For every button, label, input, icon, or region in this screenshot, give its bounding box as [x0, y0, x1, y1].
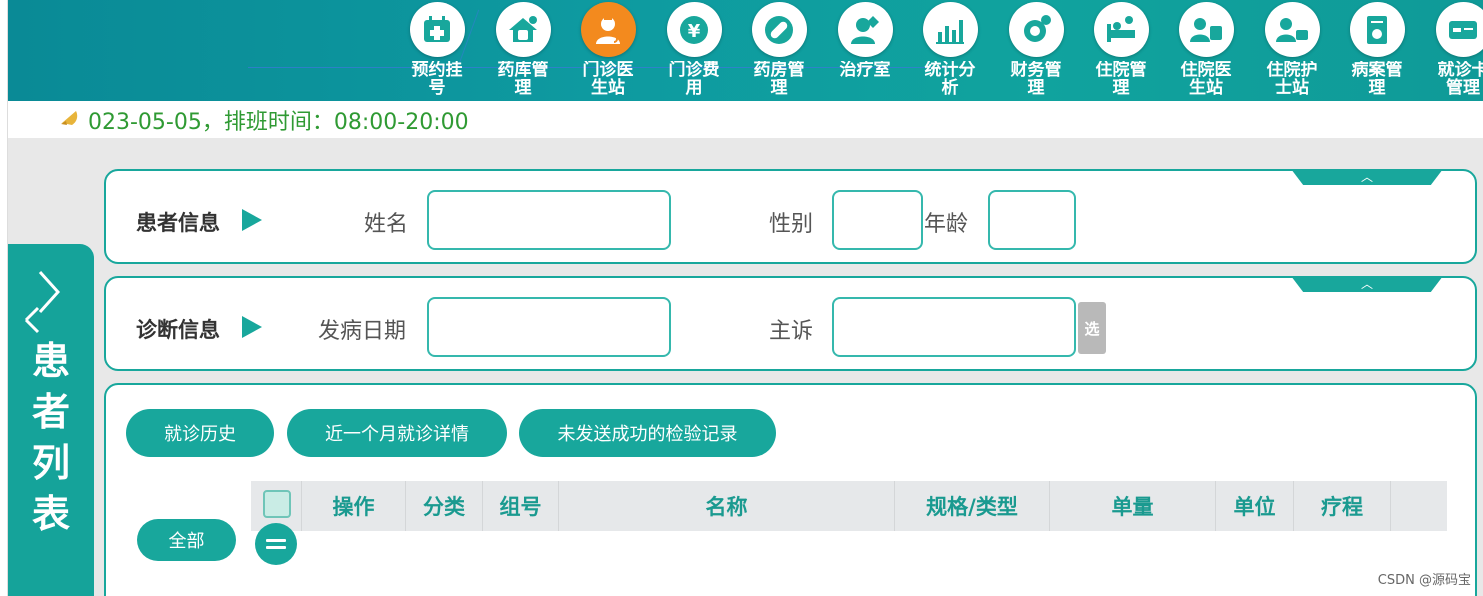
ward-doctor-icon — [1178, 2, 1234, 57]
column-header[interactable]: 单位 — [1216, 481, 1294, 531]
pharmacy-house-icon — [495, 2, 551, 57]
collapse-tab[interactable]: ︿ — [1291, 169, 1443, 185]
watermark-text: CSDN @源码宝 — [1377, 573, 1471, 588]
nav-label: 门诊费用 — [668, 61, 720, 97]
top-navigation: 预约挂号 药库管理 门诊医生站 ¥ 门诊费用 药房管理 治疗室 统计分析 财务管… — [8, 0, 1483, 101]
diagnosis-info-title: 诊断信息 — [136, 318, 220, 342]
gear-money-icon — [1008, 2, 1064, 57]
schedule-bar: 023-05-05，排班时间：08:00-20:00 — [8, 101, 1483, 138]
nav-item-appointment[interactable]: 预约挂号 — [401, 2, 473, 101]
nav-label: 治疗室 — [839, 61, 891, 80]
play-triangle-icon — [242, 209, 262, 231]
nav-item-statistics[interactable]: 统计分析 — [914, 2, 986, 101]
select-button[interactable]: 选 — [1078, 302, 1106, 354]
calendar-plus-icon — [409, 2, 465, 57]
nav-item-pharmacy-room[interactable]: 药房管理 — [743, 2, 815, 101]
nav-item-outpatient-doctor[interactable]: 门诊医生站 — [572, 2, 644, 101]
unsent-lab-records-button[interactable]: 未发送成功的检验记录 — [519, 409, 776, 457]
chevron-up-icon: ︿ — [1360, 277, 1373, 291]
nav-item-outpatient-fee[interactable]: ¥ 门诊费用 — [658, 2, 730, 101]
age-input[interactable] — [988, 190, 1076, 250]
nav-label: 住院医生站 — [1180, 61, 1232, 97]
nav-label: 药库管理 — [497, 61, 549, 97]
column-header[interactable]: 规格/类型 — [895, 481, 1050, 531]
nurse-icon — [837, 2, 893, 57]
nav-item-finance[interactable]: 财务管理 — [1000, 2, 1072, 101]
hospital-bed-icon — [1093, 2, 1149, 57]
orders-panel: 就诊历史 近一个月就诊详情 未发送成功的检验记录 操作 分类 组号 名称 规格/… — [104, 383, 1477, 596]
nav-label: 药房管理 — [753, 61, 805, 97]
menu-icon[interactable] — [255, 523, 297, 565]
patient-info-panel: ︿ 患者信息 姓名 性别 年龄 — [104, 169, 1477, 264]
medical-record-icon — [1349, 2, 1405, 57]
bell-icon — [58, 107, 80, 134]
visit-history-button[interactable]: 就诊历史 — [126, 409, 274, 457]
patient-list-sidebar[interactable]: 患者列表 — [8, 244, 94, 596]
nav-label: 就诊卡管理 — [1437, 61, 1483, 97]
gender-label: 性别 — [769, 212, 814, 237]
nav-label: 统计分析 — [924, 61, 976, 97]
nav-item-treatment-room[interactable]: 治疗室 — [829, 2, 901, 101]
chevron-up-icon: ︿ — [1360, 170, 1373, 184]
nav-item-inpatient-doctor[interactable]: 住院医生站 — [1170, 2, 1242, 101]
nav-label: 预约挂号 — [411, 61, 463, 97]
column-header[interactable]: 疗程 — [1294, 481, 1391, 531]
onset-date-label: 发病日期 — [318, 319, 407, 344]
diagnosis-info-panel: ︿ 诊断信息 发病日期 主诉 选 — [104, 276, 1477, 371]
column-header[interactable]: 分类 — [406, 481, 483, 531]
expand-chevron-icon[interactable] — [20, 266, 60, 336]
nav-label: 住院管理 — [1095, 61, 1147, 97]
nav-item-visit-card[interactable]: 就诊卡管理 — [1427, 2, 1483, 101]
schedule-text: 023-05-05，排班时间：08:00-20:00 — [88, 110, 469, 135]
orders-table-header: 操作 分类 组号 名称 规格/类型 单量 单位 疗程 — [251, 481, 1447, 531]
card-icon — [1435, 2, 1483, 57]
column-header[interactable]: 单量 — [1050, 481, 1216, 531]
pill-icon — [751, 2, 807, 57]
ward-nurse-icon — [1264, 2, 1320, 57]
yuan-coin-icon: ¥ — [666, 2, 722, 57]
column-header[interactable]: 组号 — [483, 481, 559, 531]
complaint-label: 主诉 — [769, 319, 814, 344]
nav-item-inpatient[interactable]: 住院管理 — [1085, 2, 1157, 101]
name-input[interactable] — [427, 190, 671, 250]
column-header[interactable]: 名称 — [559, 481, 895, 531]
onset-date-input[interactable] — [427, 297, 671, 357]
age-label: 年龄 — [924, 212, 969, 237]
nav-label: 财务管理 — [1010, 61, 1062, 97]
nav-label: 门诊医生站 — [582, 61, 634, 97]
name-label: 姓名 — [364, 212, 409, 237]
patient-list-title: 患者列表 — [31, 339, 70, 536]
collapse-tab[interactable]: ︿ — [1291, 276, 1443, 292]
nav-item-medical-records[interactable]: 病案管理 — [1341, 2, 1413, 101]
column-header[interactable]: 操作 — [301, 481, 406, 531]
nav-item-inpatient-nurse[interactable]: 住院护士站 — [1256, 2, 1328, 101]
all-filter-button[interactable]: 全部 — [137, 519, 236, 561]
left-edge-strip — [0, 0, 8, 596]
play-triangle-icon — [242, 316, 262, 338]
patient-info-title: 患者信息 — [136, 211, 220, 235]
bar-chart-icon — [922, 2, 978, 57]
complaint-input[interactable] — [832, 297, 1076, 357]
nav-item-pharmacy-store[interactable]: 药库管理 — [487, 2, 559, 101]
svg-text:¥: ¥ — [688, 21, 701, 42]
nav-label: 住院护士站 — [1266, 61, 1318, 97]
select-all-checkbox[interactable] — [263, 490, 291, 518]
recent-month-visits-button[interactable]: 近一个月就诊详情 — [287, 409, 507, 457]
doctor-icon — [580, 2, 636, 57]
gender-input[interactable] — [832, 190, 923, 250]
nav-label: 病案管理 — [1351, 61, 1403, 97]
